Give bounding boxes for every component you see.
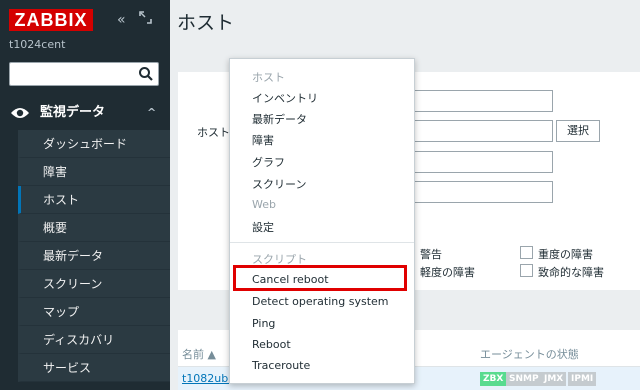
chevron-up-icon: ^ bbox=[147, 106, 157, 119]
monitoring-submenu: ダッシュボード 障害 ホスト 概要 最新データ スクリーン マップ ディスカバリ… bbox=[18, 130, 170, 382]
select-button[interactable]: 選択 bbox=[556, 120, 600, 142]
menu-item-detect-os[interactable]: Detect operating system bbox=[252, 295, 389, 308]
severity-warning-label: 警告 bbox=[420, 248, 442, 261]
sidebar-item-dashboard[interactable]: ダッシュボード bbox=[18, 130, 170, 158]
sidebar-item-discovery[interactable]: ディスカバリ bbox=[18, 326, 170, 354]
sidebar-search-input[interactable] bbox=[9, 62, 159, 86]
sidebar-item-maps[interactable]: マップ bbox=[18, 298, 170, 326]
sidebar-item-overview[interactable]: 概要 bbox=[18, 214, 170, 242]
context-menu-divider bbox=[230, 242, 414, 243]
sidebar-item-problems[interactable]: 障害 bbox=[18, 158, 170, 186]
menu-item-reboot[interactable]: Reboot bbox=[252, 338, 291, 351]
sidebar-item-latest-data[interactable]: 最新データ bbox=[18, 242, 170, 270]
menu-item-traceroute[interactable]: Traceroute bbox=[252, 359, 310, 372]
collapse-sidebar-icon[interactable]: « bbox=[117, 11, 126, 29]
host-context-menu: ホスト インベントリ 最新データ 障害 グラフ スクリーン Web 設定 スクリ… bbox=[229, 58, 415, 384]
filter-ip-input[interactable] bbox=[405, 151, 553, 173]
ipmi-status-badge: IPMI bbox=[568, 372, 597, 386]
sidebar-item-screens[interactable]: スクリーン bbox=[18, 270, 170, 298]
severity-high-checkbox[interactable] bbox=[520, 246, 533, 259]
menu-item-configuration[interactable]: 設定 bbox=[252, 219, 274, 235]
menu-monitoring[interactable]: 監視データ ^ bbox=[0, 100, 170, 126]
highlight-annotation-box bbox=[233, 265, 407, 291]
kiosk-mode-icon[interactable] bbox=[139, 11, 152, 29]
column-header-name[interactable]: 名前 ▲ bbox=[182, 346, 216, 362]
menu-item-inventory[interactable]: インベントリ bbox=[252, 90, 318, 106]
sidebar-item-hosts[interactable]: ホスト bbox=[18, 186, 170, 214]
severity-high-label: 重度の障害 bbox=[538, 248, 593, 261]
zbx-status-badge: ZBX bbox=[480, 372, 507, 386]
severity-disaster-checkbox[interactable] bbox=[520, 264, 533, 277]
jmx-status-badge: JMX bbox=[541, 372, 567, 386]
menu-item-latest-data[interactable]: 最新データ bbox=[252, 111, 307, 127]
page-title: ホスト bbox=[177, 12, 235, 34]
zabbix-logo[interactable]: ZABBIX bbox=[9, 9, 93, 31]
severity-disaster-label: 致命的な障害 bbox=[538, 266, 604, 279]
filter-host-input[interactable] bbox=[405, 120, 553, 142]
snmp-status-badge: SNMP bbox=[506, 372, 542, 386]
menu-item-ping[interactable]: Ping bbox=[252, 317, 275, 330]
menu-item-graphs[interactable]: グラフ bbox=[252, 154, 285, 170]
column-header-agent-status: エージェントの状態 bbox=[480, 348, 579, 361]
sidebar-item-services[interactable]: サービス bbox=[18, 354, 170, 382]
sidebar: ZABBIX « t1024cent 監視データ ^ ダッシュボード 障害 ホス… bbox=[0, 0, 170, 390]
severity-average-label: 軽度の障害 bbox=[420, 266, 475, 279]
filter-dns-input[interactable] bbox=[405, 181, 553, 203]
filter-host-label: ホスト bbox=[197, 126, 230, 139]
menu-item-screens[interactable]: スクリーン bbox=[252, 176, 306, 192]
filter-name-input[interactable] bbox=[405, 90, 553, 112]
server-name: t1024cent bbox=[9, 38, 66, 51]
context-menu-host-header: ホスト bbox=[252, 71, 285, 84]
eye-icon bbox=[10, 105, 30, 131]
menu-item-problems[interactable]: 障害 bbox=[252, 132, 274, 148]
menu-item-web: Web bbox=[252, 198, 276, 211]
search-icon[interactable] bbox=[138, 65, 154, 83]
menu-monitoring-label: 監視データ bbox=[40, 105, 106, 120]
